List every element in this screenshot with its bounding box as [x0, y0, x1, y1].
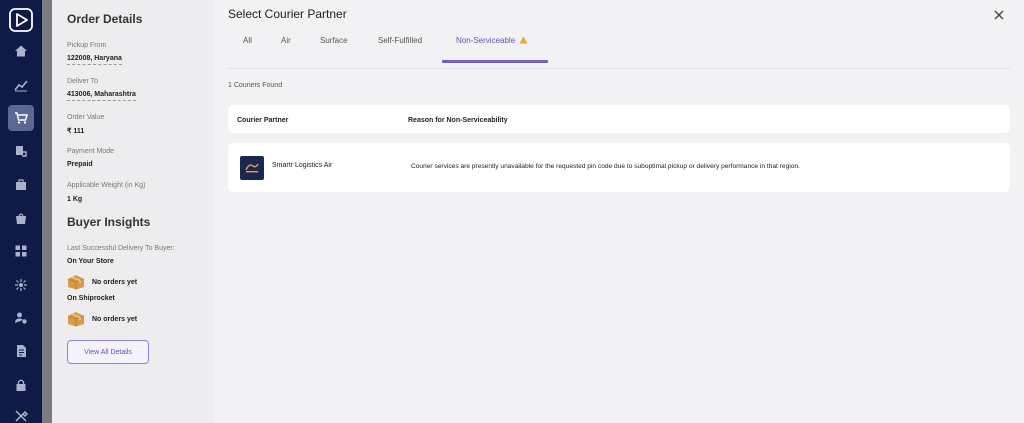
order-value: ₹ 111: [67, 128, 85, 135]
weight-value: 1 Kg: [67, 196, 83, 203]
document-icon: [17, 345, 26, 357]
order-value-label: Order Value: [67, 114, 105, 121]
pickup-label: Pickup From: [67, 42, 107, 49]
last-delivery-label: Last Successful Delivery To Buyer:: [67, 245, 175, 252]
shiprocket-orders-value: No orders yet: [92, 316, 138, 323]
view-all-details-button[interactable]: View All Details: [67, 340, 149, 364]
courier-selection-panel: Select Courier Partner All Air Surface S…: [214, 0, 1024, 423]
tab-self-fulfilled[interactable]: Self-Fulfilled: [378, 36, 422, 64]
cart-icon: [15, 112, 28, 124]
nav-item-analytics[interactable]: [8, 72, 34, 98]
tab-label: Self-Fulfilled: [378, 36, 423, 45]
tab-label: Surface: [320, 36, 348, 45]
courier-logo: [240, 156, 264, 180]
tabs-divider: [228, 68, 1010, 69]
table-header: Courier Partner Reason for Non-Serviceab…: [228, 105, 1010, 133]
column-header-reason: Reason for Non-Serviceability: [408, 117, 508, 124]
nav-item-packages[interactable]: [8, 172, 34, 198]
on-your-store-label: On Your Store: [67, 258, 114, 265]
bag-icon: [16, 213, 26, 224]
tab-air[interactable]: Air: [281, 36, 291, 64]
home-icon: [15, 45, 27, 57]
package-icon: [16, 179, 26, 190]
non-serviceability-reason: Courier services are presently unavailab…: [411, 163, 800, 170]
tab-label: Air: [281, 36, 291, 45]
returns-icon: [16, 146, 27, 157]
nav-divider: [42, 0, 52, 423]
nav-rail: [0, 0, 42, 423]
pickup-value: 122008, Haryana: [67, 55, 122, 65]
order-details-panel: Order Details Pickup From 122008, Haryan…: [52, 0, 214, 423]
deliver-value: 413006, Maharashtra: [67, 91, 136, 101]
payment-mode-value: Prepaid: [67, 161, 93, 168]
couriers-found-count: 1 Couriers Found: [228, 82, 283, 89]
nav-item-bag[interactable]: [8, 205, 34, 231]
app-logo-icon[interactable]: [9, 8, 33, 32]
analytics-icon: [14, 80, 28, 92]
nav-item-integrations[interactable]: [8, 272, 34, 298]
tab-label: All: [243, 36, 252, 45]
order-details-title: Order Details: [67, 12, 143, 26]
deliver-label: Deliver To: [67, 78, 98, 85]
integrations-icon: [15, 279, 27, 291]
warning-icon: [519, 36, 528, 44]
courier-partner-name: Smartr Logistics Air: [272, 162, 333, 169]
box-icon: [67, 312, 85, 327]
nav-item-tools[interactable]: [8, 403, 34, 423]
buyer-insights-title: Buyer Insights: [67, 215, 151, 229]
store-orders-value: No orders yet: [92, 279, 138, 286]
column-header-courier-partner: Courier Partner: [237, 117, 289, 124]
tab-label: Non-Serviceable: [456, 36, 516, 45]
weight-label: Applicable Weight (in Kg): [67, 182, 146, 189]
tab-all[interactable]: All: [243, 36, 252, 64]
active-tab-indicator: [442, 60, 548, 63]
on-shiprocket-label: On Shiprocket: [67, 295, 115, 302]
tab-surface[interactable]: Surface: [320, 36, 348, 64]
nav-item-orders[interactable]: [8, 105, 34, 131]
user-settings-icon: [15, 312, 27, 324]
table-row[interactable]: Smartr Logistics Air Courier services ar…: [228, 143, 1010, 192]
page-title: Select Courier Partner: [228, 7, 347, 21]
nav-item-apps[interactable]: [8, 238, 34, 264]
tools-icon: [15, 410, 28, 422]
nav-item-home[interactable]: [8, 38, 34, 64]
nav-item-returns[interactable]: [8, 138, 34, 164]
payment-mode-label: Payment Mode: [67, 148, 115, 155]
grid-icon: [15, 245, 27, 257]
lock-icon: [16, 379, 26, 391]
smartr-logo-icon: [245, 163, 259, 173]
nav-item-users[interactable]: [8, 305, 34, 331]
box-icon: [67, 275, 85, 290]
close-icon[interactable]: [992, 8, 1006, 22]
nav-item-security[interactable]: [8, 372, 34, 398]
nav-item-documents[interactable]: [8, 338, 34, 364]
